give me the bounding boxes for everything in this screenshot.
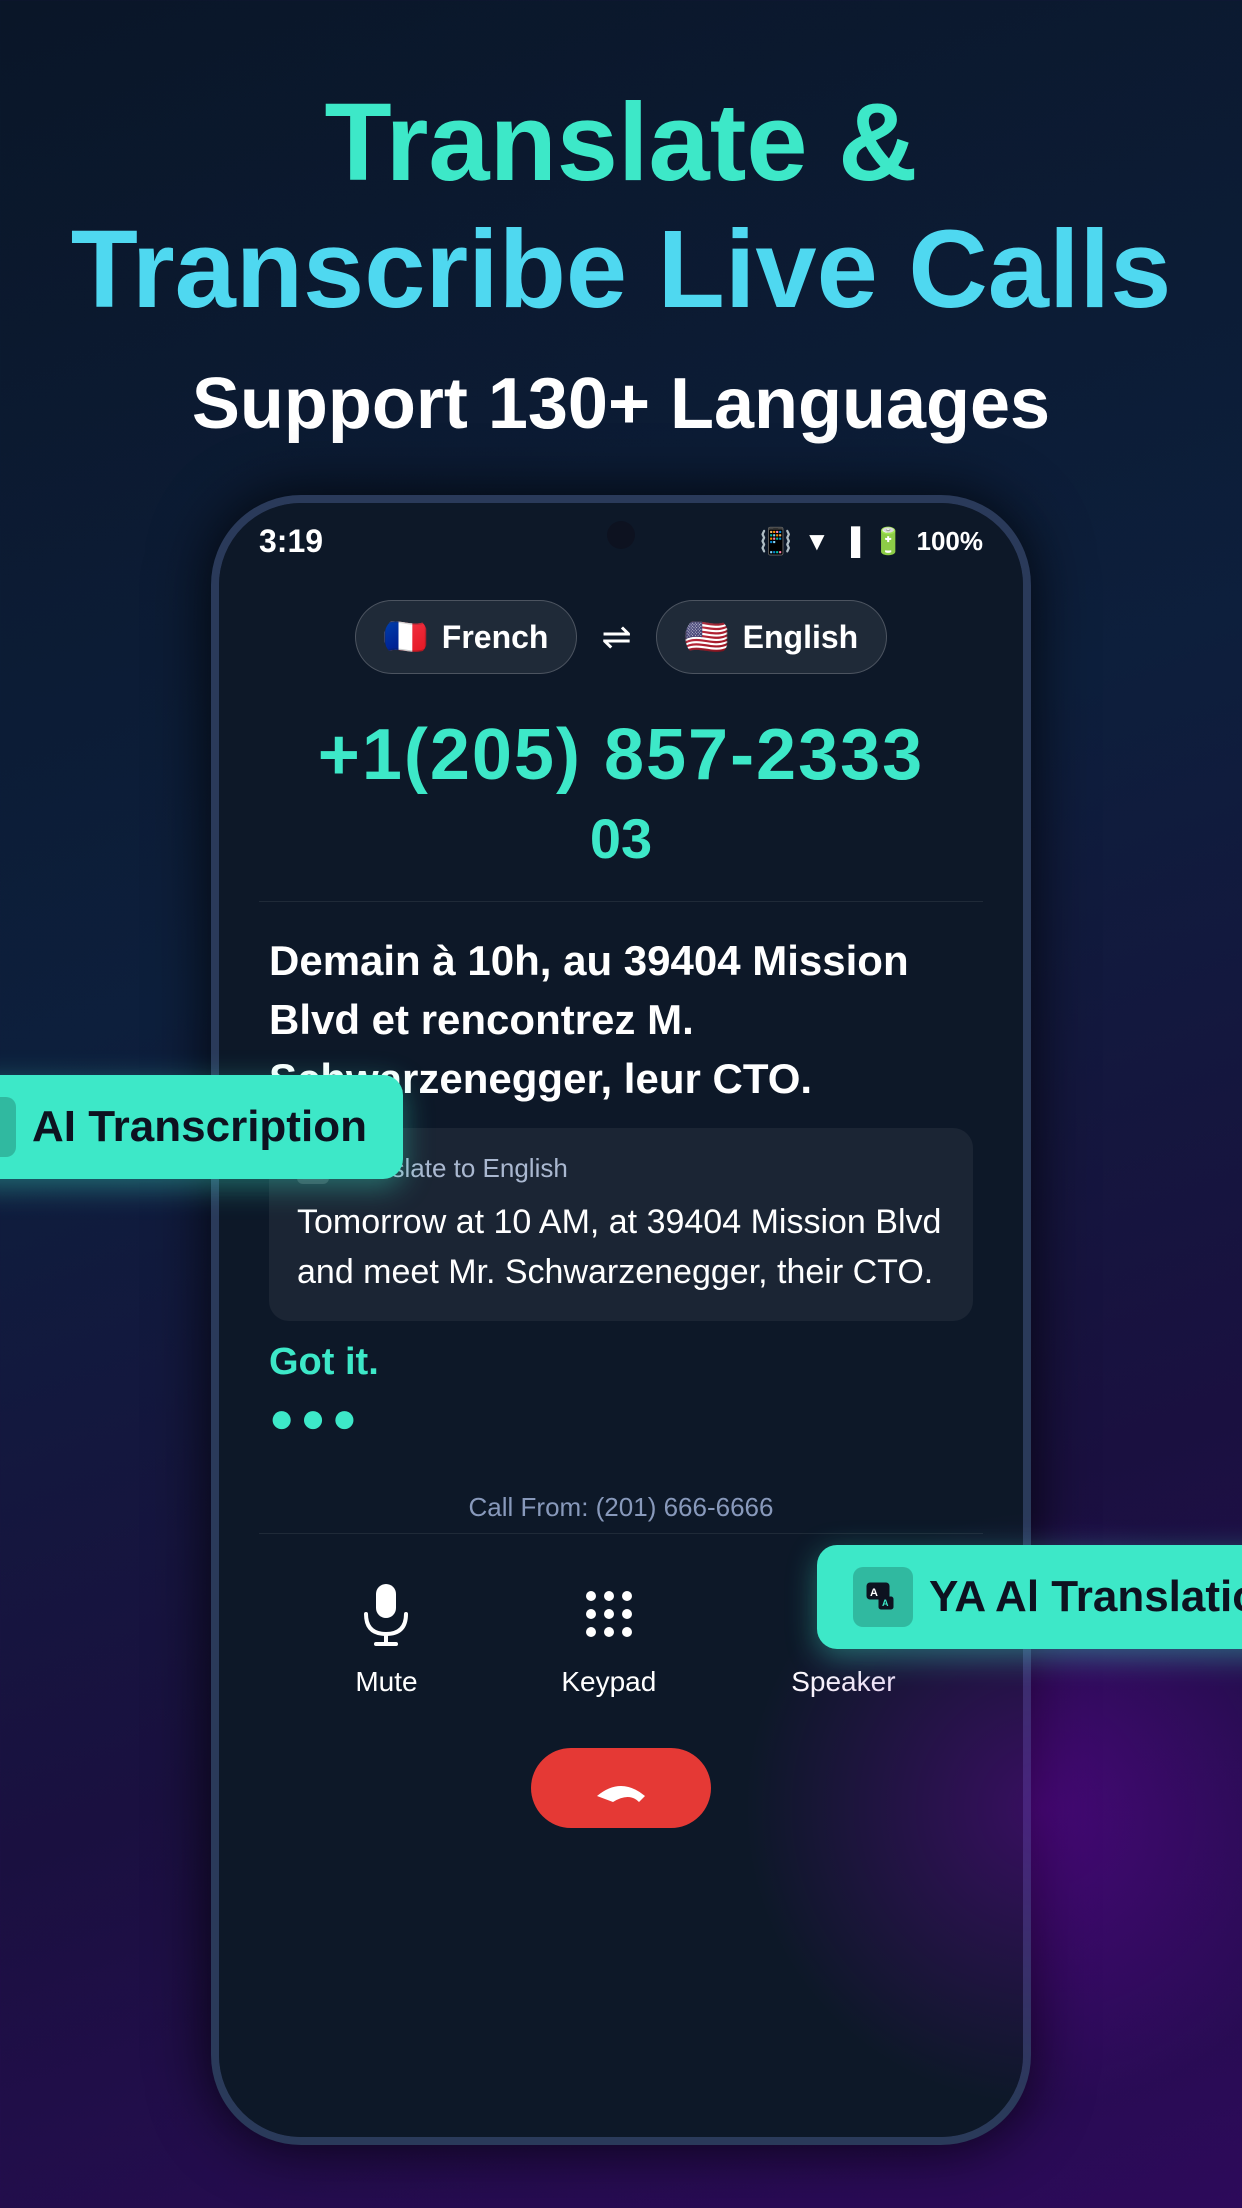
from-language-label: French (442, 619, 549, 656)
hero-section: Translate & Transcribe Live Calls Suppor… (0, 0, 1242, 445)
phone-frame: 3:19 📳 ▼ ▐ 🔋 100% 🇫🇷 French ⇌ 🇺🇸 (211, 495, 1031, 2145)
keypad-button[interactable]: Keypad (561, 1574, 656, 1698)
phone-wrapper: A A AI Transcription 3:19 📳 ▼ ▐ 🔋 100% (0, 495, 1242, 2145)
english-flag: 🇺🇸 (685, 615, 729, 659)
wifi-icon: ▼ (804, 526, 830, 557)
svg-text:A: A (870, 1587, 878, 1599)
signal-icon: ▐ (842, 526, 860, 557)
swap-languages-icon[interactable]: ⇌ (601, 616, 631, 658)
ai-translation-badge: A A YA Al Translation (817, 1545, 1242, 1649)
hero-line1-highlight: Translate & (324, 81, 917, 204)
call-from-label: Call From: (201) 666-6666 (219, 1492, 1023, 1523)
battery-percent: 100% (917, 526, 984, 557)
typing-dots: ●●● (269, 1394, 973, 1442)
to-language-label: English (743, 619, 859, 656)
ai-transcription-badge: A A AI Transcription (0, 1075, 403, 1179)
hero-subtitle: Support 130+ Languages (0, 363, 1242, 445)
end-call-area[interactable] (219, 1728, 1023, 1858)
battery-icon: 🔋 (872, 526, 904, 557)
caller-phone-number: +1(205) 857-2333 (219, 694, 1023, 806)
hero-title: Translate & Transcribe Live Calls (0, 0, 1242, 353)
to-language-button[interactable]: 🇺🇸 English (656, 600, 888, 674)
phone-screen: 3:19 📳 ▼ ▐ 🔋 100% 🇫🇷 French ⇌ 🇺🇸 (219, 503, 1023, 2137)
vibrate-icon: 📳 (760, 526, 792, 557)
speaker-label: Speaker (791, 1666, 895, 1698)
camera-notch (607, 521, 635, 549)
mute-button[interactable]: Mute (346, 1574, 426, 1698)
transcription-area: Demain à 10h, au 39404 Mission Blvd et r… (219, 912, 1023, 1472)
translation-icon: A A (853, 1567, 913, 1627)
hero-line2: Transcribe Live Calls (60, 207, 1182, 334)
status-time: 3:19 (259, 523, 323, 560)
transcription-badge-text: AI Transcription (32, 1102, 367, 1152)
end-call-button[interactable] (531, 1748, 711, 1828)
translation-badge-text: YA Al Translation (929, 1572, 1242, 1622)
mute-icon (346, 1574, 426, 1654)
divider (259, 901, 983, 902)
transcription-icon: A A (0, 1097, 16, 1157)
got-it-text: Got it. (269, 1341, 973, 1384)
french-flag: 🇫🇷 (384, 615, 428, 659)
from-language-button[interactable]: 🇫🇷 French (355, 600, 578, 674)
svg-text:A: A (882, 1598, 889, 1608)
mute-label: Mute (355, 1666, 417, 1698)
keypad-label: Keypad (561, 1666, 656, 1698)
language-selector[interactable]: 🇫🇷 French ⇌ 🇺🇸 English (219, 580, 1023, 694)
caller-phone-partial: 03 (219, 806, 1023, 891)
status-icons: 📳 ▼ ▐ 🔋 100% (760, 526, 983, 557)
english-translation-text: Tomorrow at 10 AM, at 39404 Mission Blvd… (297, 1198, 945, 1297)
keypad-icon (569, 1574, 649, 1654)
divider-2 (259, 1533, 983, 1534)
